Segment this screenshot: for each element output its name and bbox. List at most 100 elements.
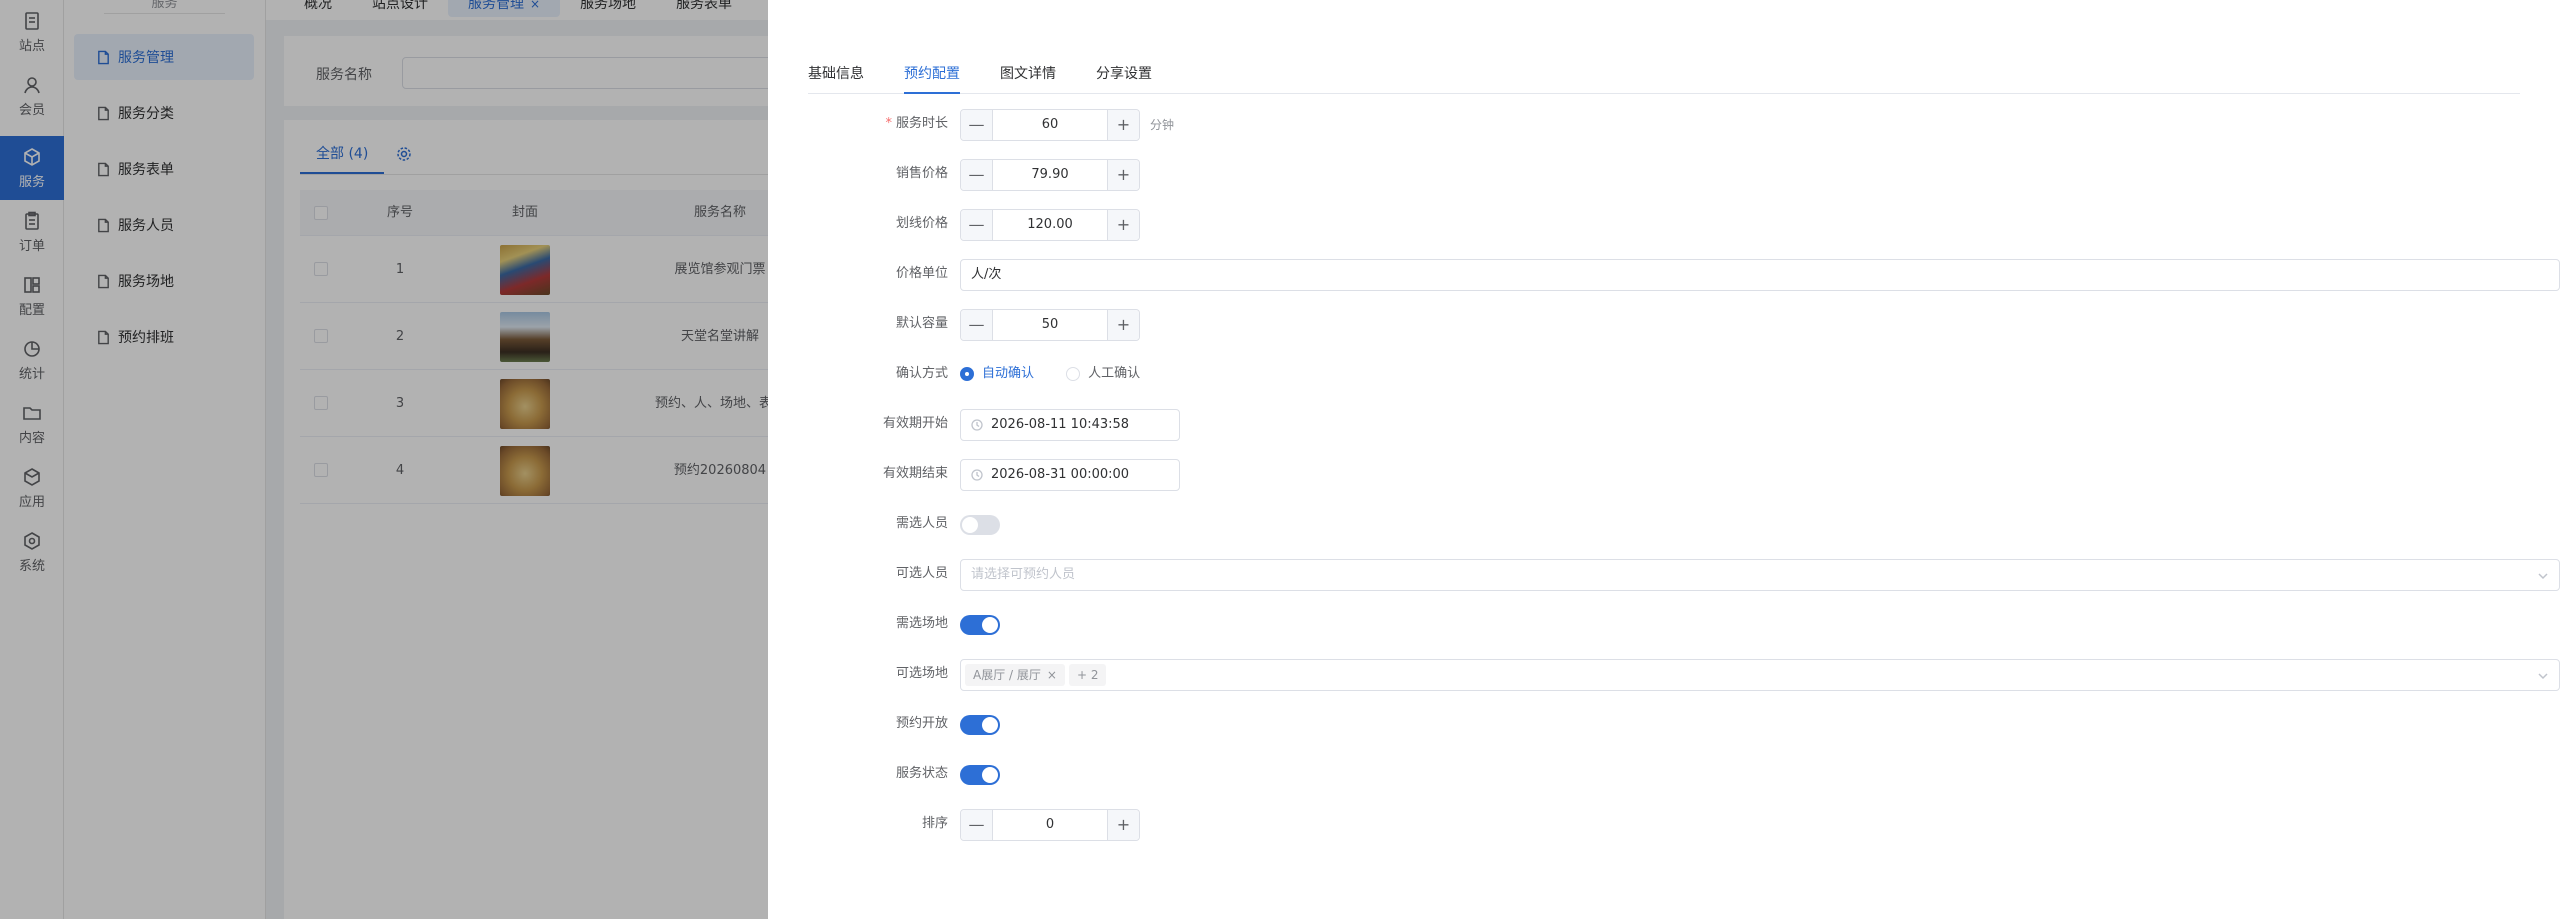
price-unit-input[interactable]: 人/次 bbox=[960, 259, 2560, 291]
need-staff-switch[interactable] bbox=[960, 515, 1000, 535]
field-label: 默认容量 bbox=[895, 316, 948, 331]
form-row-strike-price: 划线价格 — 120.00 + bbox=[808, 207, 2520, 241]
decrement-button[interactable]: — bbox=[961, 310, 993, 340]
field-label: 有效期开始 bbox=[882, 416, 948, 431]
select-placeholder: 请选择可预约人员 bbox=[971, 567, 1076, 582]
unit-label: 分钟 bbox=[1150, 118, 1175, 132]
radio-label: 人工确认 bbox=[1088, 366, 1141, 381]
price-unit-control: 人/次 bbox=[960, 259, 2560, 291]
radio-label: 自动确认 bbox=[982, 366, 1035, 381]
radio-auto-confirm[interactable]: 自动确认 bbox=[960, 359, 1034, 389]
field-label: 可选人员 bbox=[895, 566, 948, 581]
field-label: 有效期结束 bbox=[882, 466, 948, 481]
increment-button[interactable]: + bbox=[1107, 110, 1139, 140]
form-row-duration: * 服务时长 — 60 + 分钟 bbox=[808, 107, 2520, 141]
field-label: 价格单位 bbox=[895, 266, 948, 281]
venue-multiselect[interactable]: A展厅 / 展厅 × + 2 bbox=[960, 659, 2560, 691]
tab-rich-detail[interactable]: 图文详情 bbox=[1000, 62, 1056, 94]
field-label: 销售价格 bbox=[895, 166, 948, 181]
service-status-control bbox=[960, 759, 1000, 785]
strike-price-stepper[interactable]: — 120.00 + bbox=[960, 209, 1140, 241]
booking-open-switch[interactable] bbox=[960, 715, 1000, 735]
tab-basic-info[interactable]: 基础信息 bbox=[808, 62, 864, 94]
field-label: 划线价格 bbox=[895, 216, 948, 231]
edit-service-drawer: 基础信息 预约配置 图文详情 分享设置 * 服务时长 — 60 + 分钟 销售价格… bbox=[768, 0, 2560, 919]
form-row-confirm-mode: 确认方式 自动确认 人工确认 bbox=[808, 357, 2520, 391]
duration-control: — 60 + 分钟 bbox=[960, 109, 1174, 141]
clock-icon bbox=[971, 419, 983, 431]
field-label: * 服务时长 bbox=[808, 107, 948, 141]
sale-price-control: — 79.90 + bbox=[960, 159, 1140, 191]
stepper-value[interactable]: 120.00 bbox=[993, 210, 1107, 240]
stepper-value[interactable]: 60 bbox=[993, 110, 1107, 140]
need-venue-switch[interactable] bbox=[960, 615, 1000, 635]
radio-manual-confirm[interactable]: 人工确认 bbox=[1066, 359, 1140, 389]
form-row-valid-start: 有效期开始 2026-08-11 10:43:58 bbox=[808, 407, 2520, 441]
form-row-need-venue: 需选场地 bbox=[808, 607, 2520, 641]
form-row-service-status: 服务状态 bbox=[808, 757, 2520, 791]
field-label: 可选场地 bbox=[895, 666, 948, 681]
form-row-venue: 可选场地 A展厅 / 展厅 × + 2 bbox=[808, 657, 2560, 691]
radio-dot bbox=[1066, 367, 1081, 381]
more-tags-badge: + 2 bbox=[1068, 664, 1107, 686]
field-label: 排序 bbox=[921, 816, 948, 831]
sort-control: — 0 + bbox=[960, 809, 1140, 841]
duration-stepper[interactable]: — 60 + bbox=[960, 109, 1140, 141]
booking-open-control bbox=[960, 709, 1000, 735]
drawer-overlay-mask[interactable] bbox=[0, 0, 768, 919]
increment-button[interactable]: + bbox=[1107, 160, 1139, 190]
increment-button[interactable]: + bbox=[1107, 310, 1139, 340]
valid-end-datepicker[interactable]: 2026-08-31 00:00:00 bbox=[960, 459, 1180, 491]
field-label: 预约开放 bbox=[895, 716, 948, 731]
form-row-staff: 可选人员 请选择可预约人员 bbox=[808, 557, 2560, 591]
date-value: 2026-08-11 10:43:58 bbox=[991, 417, 1130, 432]
tab-share-settings[interactable]: 分享设置 bbox=[1096, 62, 1152, 94]
form-row-price-unit: 价格单位 人/次 bbox=[808, 257, 2560, 291]
field-label: 需选场地 bbox=[895, 616, 948, 631]
chevron-down-icon bbox=[2538, 573, 2548, 580]
stepper-value[interactable]: 50 bbox=[993, 310, 1107, 340]
clock-icon bbox=[971, 469, 983, 481]
need-staff-control bbox=[960, 509, 1000, 535]
decrement-button[interactable]: — bbox=[961, 160, 993, 190]
decrement-button[interactable]: — bbox=[961, 210, 993, 240]
form-row-booking-open: 预约开放 bbox=[808, 707, 2520, 741]
close-icon[interactable]: × bbox=[1047, 668, 1057, 682]
tag-label: A展厅 / 展厅 bbox=[973, 668, 1041, 682]
date-value: 2026-08-31 00:00:00 bbox=[991, 467, 1130, 482]
capacity-control: — 50 + bbox=[960, 309, 1140, 341]
sale-price-stepper[interactable]: — 79.90 + bbox=[960, 159, 1140, 191]
decrement-button[interactable]: — bbox=[961, 810, 993, 840]
form-row-sort: 排序 — 0 + bbox=[808, 807, 2520, 841]
strike-price-control: — 120.00 + bbox=[960, 209, 1140, 241]
form-row-need-staff: 需选人员 bbox=[808, 507, 2520, 541]
field-label: 确认方式 bbox=[895, 366, 948, 381]
decrement-button[interactable]: — bbox=[961, 110, 993, 140]
increment-button[interactable]: + bbox=[1107, 210, 1139, 240]
form-row-capacity: 默认容量 — 50 + bbox=[808, 307, 2520, 341]
radio-dot bbox=[960, 367, 974, 381]
chevron-down-icon bbox=[2538, 673, 2548, 680]
need-venue-control bbox=[960, 609, 1000, 635]
sort-stepper[interactable]: — 0 + bbox=[960, 809, 1140, 841]
stepper-value[interactable]: 0 bbox=[993, 810, 1107, 840]
required-mark: * bbox=[885, 116, 892, 131]
increment-button[interactable]: + bbox=[1107, 810, 1139, 840]
valid-end-control: 2026-08-31 00:00:00 bbox=[960, 459, 1180, 491]
staff-select[interactable]: 请选择可预约人员 bbox=[960, 559, 2560, 591]
field-label-text: 服务时长 bbox=[895, 116, 948, 131]
valid-start-control: 2026-08-11 10:43:58 bbox=[960, 409, 1180, 441]
tab-booking-config[interactable]: 预约配置 bbox=[904, 62, 960, 94]
service-status-switch[interactable] bbox=[960, 765, 1000, 785]
form-row-valid-end: 有效期结束 2026-08-31 00:00:00 bbox=[808, 457, 2520, 491]
venue-control: A展厅 / 展厅 × + 2 bbox=[960, 659, 2560, 691]
valid-start-datepicker[interactable]: 2026-08-11 10:43:58 bbox=[960, 409, 1180, 441]
capacity-stepper[interactable]: — 50 + bbox=[960, 309, 1140, 341]
field-label: 服务状态 bbox=[895, 766, 948, 781]
stepper-value[interactable]: 79.90 bbox=[993, 160, 1107, 190]
staff-control: 请选择可预约人员 bbox=[960, 559, 2560, 591]
field-label: 需选人员 bbox=[895, 516, 948, 531]
venue-tag: A展厅 / 展厅 × bbox=[965, 664, 1065, 686]
confirm-mode-control: 自动确认 人工确认 bbox=[960, 359, 1168, 389]
drawer-tabs: 基础信息 预约配置 图文详情 分享设置 bbox=[808, 62, 2520, 94]
